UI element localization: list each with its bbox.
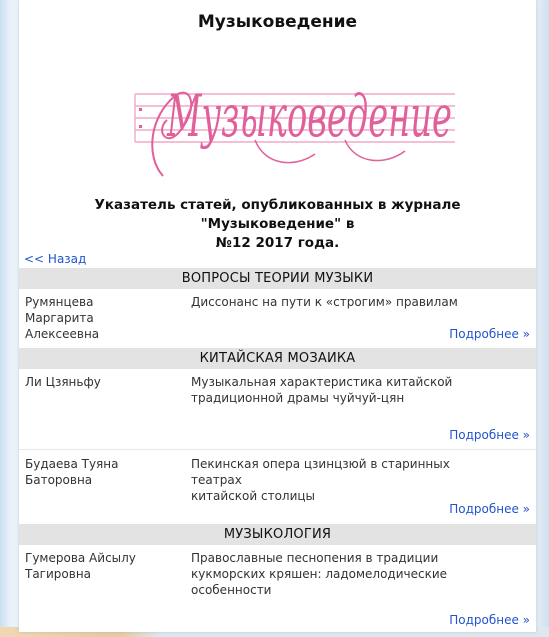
intro-line-1: Указатель статей, опубликованных в журна… [94, 197, 461, 232]
author-line: Румянцева [25, 295, 94, 309]
article-author: Румянцева Маргарита Алексеевна [25, 294, 175, 342]
section-heading: МУЗЫКОЛОГИЯ [19, 524, 536, 545]
title-line: традиционной драмы чуйчуй-цян [191, 391, 405, 405]
author-line: Баторовна [25, 473, 93, 487]
title-line: кукморских кряшен: ладомелодические [191, 567, 448, 581]
article-title: Диссонанс на пути к «строгим» правилам [191, 294, 491, 310]
author-line: Алексеевна [25, 327, 100, 341]
more-link[interactable]: Подробнее » [449, 428, 530, 442]
title-line: китайской столицы [191, 489, 316, 503]
logo-lettering: Музыковедение [166, 82, 452, 150]
author-line: Ли Цзяньфу [25, 375, 101, 389]
section-heading: КИТАЙСКАЯ МОЗАИКА [19, 348, 536, 369]
author-line: Маргарита [25, 311, 94, 325]
more-link[interactable]: Подробнее » [449, 327, 530, 341]
more-link[interactable]: Подробнее » [449, 502, 530, 516]
intro-line-2: №12 2017 года. [215, 235, 340, 251]
author-line: Гумерова Айсылу [25, 551, 136, 565]
title-line: особенности [191, 583, 272, 597]
window-right-edge [536, 0, 549, 637]
title-line: Диссонанс на пути к «строгим» правилам [191, 295, 458, 309]
author-line: Будаева Туяна [25, 457, 119, 471]
title-line: Пекинская опера цзинцзюй в старинных теа… [191, 457, 450, 487]
article-title: Музыкальная характеристика китайской тра… [191, 374, 491, 406]
author-line: Тагировна [25, 567, 92, 581]
article-title: Православные песнопения в традиции кукмо… [191, 550, 491, 598]
journal-logo: Музыковедение [134, 82, 455, 177]
row-divider [19, 449, 536, 450]
title-line: Православные песнопения в традиции [191, 551, 439, 565]
article-author: Ли Цзяньфу [25, 374, 175, 390]
index-intro: Указатель статей, опубликованных в журна… [25, 196, 530, 253]
section-heading: ВОПРОСЫ ТЕОРИИ МУЗЫКИ [19, 268, 536, 289]
page-title: Музыковедение [197, 12, 358, 32]
article-author: Будаева Туяна Баторовна [25, 456, 175, 488]
title-line: Музыкальная характеристика китайской [191, 375, 453, 389]
article-author: Гумерова Айсылу Тагировна [25, 550, 175, 582]
article-title: Пекинская опера цзинцзюй в старинных теа… [191, 456, 491, 504]
more-link[interactable]: Подробнее » [449, 613, 530, 627]
content-panel: Музыковедение Музыковедение Указатель ст… [19, 0, 536, 632]
back-link[interactable]: << Назад [24, 252, 86, 266]
